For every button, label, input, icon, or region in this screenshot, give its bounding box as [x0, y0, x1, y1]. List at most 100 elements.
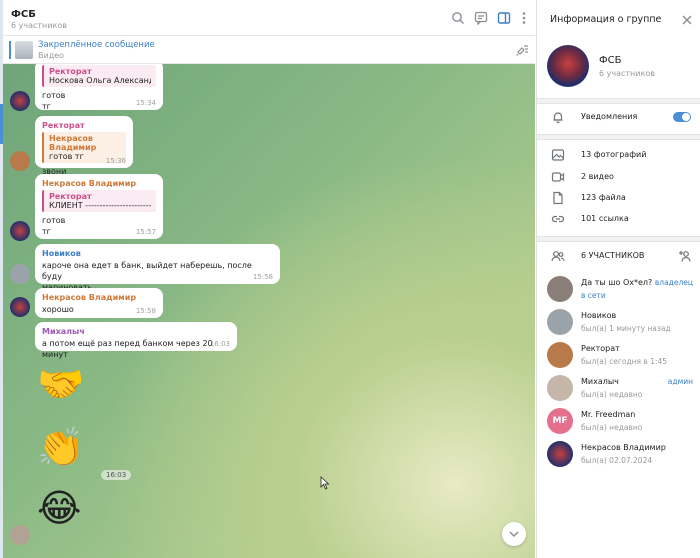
media-row-files[interactable]: 123 файла	[537, 187, 700, 209]
pinned-accent-bar	[9, 41, 11, 59]
chat-member-count: 6 участников	[11, 21, 67, 30]
reply-text: КЛИЕНТ ----------------------- ПЕ...	[49, 201, 151, 210]
member-role: владелец	[654, 278, 693, 287]
group-member-count: 6 участников	[599, 69, 655, 78]
pinned-message-bar[interactable]: Закреплённое сообщение Видео	[3, 36, 535, 64]
section-divider	[537, 134, 700, 140]
message-sender[interactable]: Новиков	[42, 249, 273, 258]
chat-header[interactable]: ФСБ 6 участников	[3, 0, 535, 36]
message-bubble[interactable]: Новиков кароче она едет в банк, выйдет н…	[35, 244, 280, 292]
comments-icon[interactable]	[474, 11, 488, 25]
scroll-to-bottom-button[interactable]	[502, 522, 526, 546]
pinned-thumbnail	[15, 41, 33, 59]
media-row-links[interactable]: 101 ссылка	[537, 208, 700, 230]
message-time: 15:57	[135, 228, 156, 236]
reply-quote[interactable]: Ректорат Носкова Ольга Александров...	[42, 65, 156, 87]
member-role: админ	[667, 377, 693, 386]
chevron-down-icon	[509, 531, 519, 538]
message-text: а потом ещё раз перед банком через 20 ми…	[42, 339, 213, 359]
notifications-toggle[interactable]	[673, 112, 691, 122]
media-label: 123 файла	[581, 193, 626, 202]
pin-list-icon[interactable]	[515, 43, 529, 57]
members-header: 6 УЧАСТНИКОВ	[581, 251, 645, 260]
message-bubble[interactable]: Михалыч а потом ещё раз перед банком чер…	[35, 322, 237, 359]
member-name: Да ты шо Ох*ел?	[581, 278, 653, 287]
mouse-cursor-icon	[320, 476, 330, 490]
toggle-knob	[682, 113, 690, 121]
member-item[interactable]: Новиков был(а) 1 минуту назад	[537, 306, 700, 338]
laughing-sticker[interactable]: 😂	[37, 488, 81, 528]
chat-title[interactable]: ФСБ	[11, 9, 36, 20]
reply-sender: Ректорат	[49, 67, 92, 76]
member-item[interactable]: Михалыч был(а) недавно админ	[537, 372, 700, 404]
group-avatar[interactable]	[547, 45, 589, 87]
message-sender[interactable]: Ректорат	[42, 121, 126, 130]
panel-title: Информация о группе	[550, 14, 662, 25]
message-time: 16:03	[209, 340, 230, 348]
media-row-videos[interactable]: 2 видео	[537, 166, 700, 188]
photo-icon	[551, 148, 565, 162]
member-status: был(а) недавно	[581, 423, 643, 432]
pinned-subtitle: Видео	[38, 51, 65, 60]
message-time: 15:58	[135, 307, 156, 315]
member-avatar[interactable]	[547, 276, 573, 302]
message-sender[interactable]: Некрасов Владимир	[42, 179, 156, 188]
message-bubble[interactable]: Ректорат Носкова Ольга Александров... го…	[35, 64, 163, 111]
file-icon	[551, 191, 565, 205]
member-item[interactable]: Некрасов Владимир был(а) 02.07.2024	[537, 438, 700, 470]
member-name: Mr. Freedman	[581, 410, 636, 419]
message-bubble[interactable]: Некрасов Владимир хорошо 15:58	[35, 288, 163, 318]
more-menu-icon[interactable]	[517, 11, 531, 25]
members-icon	[551, 249, 565, 263]
media-label: 101 ссылка	[581, 214, 629, 223]
member-status: был(а) 02.07.2024	[581, 456, 653, 465]
member-avatar[interactable]	[547, 441, 573, 467]
message-bubble[interactable]: Ректорат Некрасов Владимир готов тг звон…	[35, 116, 133, 176]
sender-avatar[interactable]	[10, 221, 30, 241]
close-icon[interactable]	[681, 14, 693, 26]
group-card[interactable]: ФСБ 6 участников	[537, 40, 700, 98]
section-divider	[537, 236, 700, 242]
message-bubble[interactable]: Некрасов Владимир Ректорат КЛИЕНТ ------…	[35, 174, 163, 239]
bell-icon	[551, 110, 565, 124]
handshake-sticker[interactable]: 🤝	[37, 364, 84, 404]
sticker-time: 16:03	[101, 470, 132, 480]
reply-sender: Некрасов Владимир	[49, 134, 97, 152]
member-name: Михалыч	[581, 377, 619, 386]
video-icon	[551, 170, 565, 184]
member-avatar[interactable]	[547, 309, 573, 335]
message-time: 15:58	[252, 273, 273, 281]
member-avatar-initials[interactable]: MF	[547, 408, 573, 434]
chat-message-area[interactable]: Ректорат Носкова Ольга Александров... го…	[3, 64, 535, 558]
member-name: Некрасов Владимир	[581, 443, 666, 452]
member-status: был(а) 1 минуту назад	[581, 324, 671, 333]
sender-avatar[interactable]	[10, 91, 30, 111]
panel-header: Информация о группе	[537, 0, 700, 40]
sidebar-toggle-icon[interactable]	[497, 11, 511, 25]
pinned-title: Закреплённое сообщение	[38, 40, 155, 50]
message-sender[interactable]: Михалыч	[42, 327, 230, 336]
message-time: 15:34	[135, 99, 156, 107]
link-icon	[551, 212, 565, 226]
member-avatar[interactable]	[547, 342, 573, 368]
clapping-sticker[interactable]: 👏	[37, 427, 84, 467]
member-name: Ректорат	[581, 344, 620, 353]
sender-avatar[interactable]	[10, 297, 30, 317]
member-status: в сети	[581, 291, 606, 300]
sender-avatar[interactable]	[10, 525, 30, 545]
member-avatar[interactable]	[547, 375, 573, 401]
search-icon[interactable]	[451, 11, 465, 25]
sender-avatar[interactable]	[10, 264, 30, 284]
member-item[interactable]: Да ты шо Ох*ел? в сети владелец	[537, 273, 700, 305]
add-member-icon[interactable]	[678, 249, 692, 263]
section-divider	[537, 98, 700, 104]
media-row-photos[interactable]: 13 фотографий	[537, 144, 700, 166]
member-item[interactable]: MF Mr. Freedman был(а) недавно	[537, 405, 700, 437]
message-sender[interactable]: Некрасов Владимир	[42, 293, 156, 302]
member-item[interactable]: Ректорат был(а) сегодня в 1:45	[537, 339, 700, 371]
reply-sender: Ректорат	[49, 192, 92, 201]
sender-avatar[interactable]	[10, 151, 30, 171]
notifications-row[interactable]: Уведомления	[537, 106, 700, 128]
message-time: 15:36	[105, 157, 126, 165]
reply-quote[interactable]: Ректорат КЛИЕНТ ----------------------- …	[42, 190, 156, 212]
